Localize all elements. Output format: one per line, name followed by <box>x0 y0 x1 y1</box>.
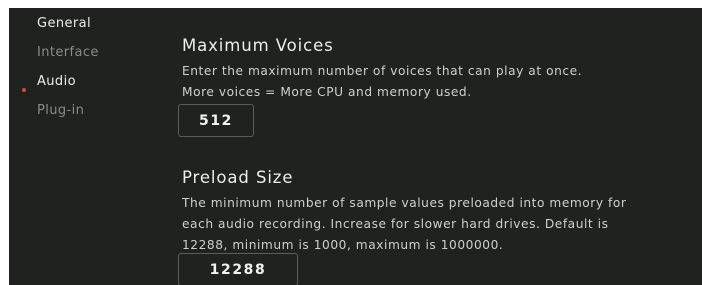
sidebar: General Interface Audio Plug-in <box>9 8 159 285</box>
preferences-window: General Interface Audio Plug-in Maximum … <box>9 8 702 285</box>
max-voices-description-line2: More voices = More CPU and memory used. <box>182 85 472 99</box>
preload-size-title: Preload Size <box>182 168 294 187</box>
sidebar-item-general[interactable]: General <box>37 16 91 32</box>
max-voices-title: Maximum Voices <box>182 36 334 55</box>
max-voices-description-line1: Enter the maximum number of voices that … <box>182 64 583 78</box>
preload-size-description-line2: each audio recording. Increase for slowe… <box>182 217 609 231</box>
preload-size-description-line1: The minimum number of sample values prel… <box>182 196 627 210</box>
settings-panel: Maximum Voices Enter the maximum number … <box>178 8 702 285</box>
preload-size-input[interactable]: 12288 <box>178 253 298 285</box>
sidebar-item-plugin[interactable]: Plug-in <box>37 103 84 119</box>
sidebar-item-interface[interactable]: Interface <box>37 45 99 61</box>
sidebar-item-audio[interactable]: Audio <box>37 74 76 90</box>
max-voices-input[interactable]: 512 <box>178 104 254 137</box>
active-indicator-dot-icon <box>22 88 26 92</box>
